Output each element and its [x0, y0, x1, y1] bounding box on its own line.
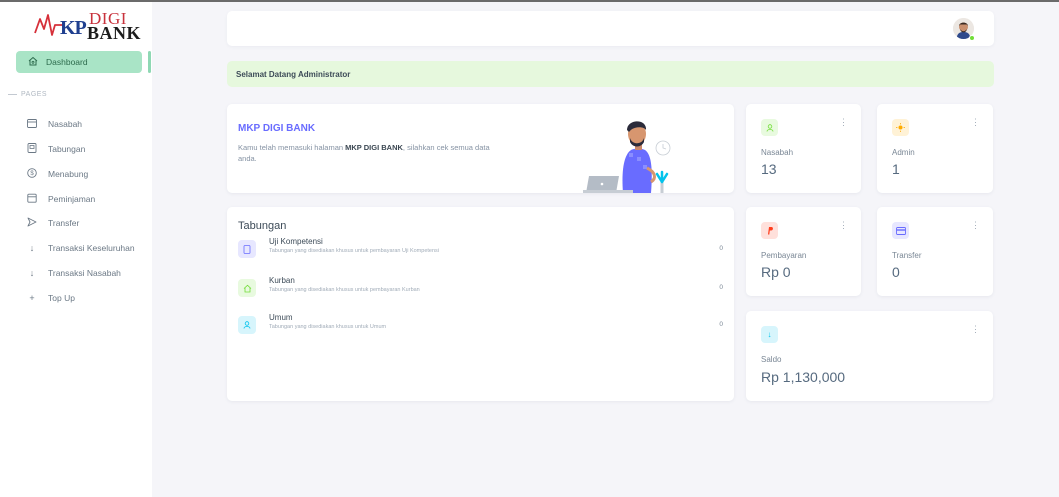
user-icon — [238, 316, 256, 334]
stat-label: Nasabah — [761, 148, 794, 157]
stat-value: 0 — [892, 264, 900, 280]
tabungan-title: Tabungan — [238, 220, 287, 232]
tabungan-amount: 0 — [719, 284, 723, 291]
more-options-icon[interactable]: ⋮ — [971, 220, 980, 231]
tabungan-amount: 0 — [719, 321, 723, 328]
sidebar-item-transaksi-keseluruhan[interactable]: ↓ Transaksi Keseluruhan — [26, 241, 135, 255]
arrow-down-icon: ↓ — [29, 268, 35, 278]
tabungan-desc: Tabungan yang disediakan khusus untuk pe… — [269, 287, 420, 293]
list-item[interactable]: Uji Kompetensi Tabungan yang disediakan … — [238, 237, 723, 261]
tabungan-name: Kurban — [269, 276, 295, 285]
stat-label: Saldo — [761, 355, 782, 364]
sidebar-item-menabung[interactable]: $ Menabung — [26, 167, 88, 181]
home-icon — [28, 56, 38, 69]
home-icon — [238, 279, 256, 297]
credit-card-icon — [892, 222, 909, 239]
stat-value: Rp 0 — [761, 264, 791, 280]
more-options-icon[interactable]: ⋮ — [839, 117, 848, 128]
man-with-laptop-illustration — [583, 121, 671, 193]
more-options-icon[interactable]: ⋮ — [971, 117, 980, 128]
sun-icon — [892, 119, 909, 136]
sidebar-item-label: Dashboard — [46, 57, 88, 67]
sidebar-item-nasabah[interactable]: Nasabah — [26, 117, 82, 131]
sidebar-item-label: Nasabah — [48, 119, 83, 129]
sidebar-item-label: Tabungan — [48, 144, 86, 154]
user-icon — [761, 119, 778, 136]
brand-logo[interactable]: KP DIGI BANK — [34, 9, 144, 43]
stat-value: Rp 1,130,000 — [761, 369, 846, 385]
sidebar-item-label: Transfer — [48, 218, 80, 228]
svg-text:$: $ — [30, 171, 34, 177]
stat-label: Transfer — [892, 251, 922, 260]
stat-card-transfer: ⋮ Transfer 0 — [877, 207, 993, 296]
tabungan-card: Tabungan Uji Kompetensi Tabungan yang di… — [227, 207, 734, 401]
tabungan-name: Uji Kompetensi — [269, 237, 323, 246]
sidebar-item-label: Transaksi Nasabah — [48, 268, 121, 278]
sidebar-item-transaksi-nasabah[interactable]: ↓ Transaksi Nasabah — [26, 266, 121, 280]
more-options-icon[interactable]: ⋮ — [839, 220, 848, 231]
intro-card: MKP DIGI BANK Kamu telah memasuki halama… — [227, 104, 734, 193]
list-item[interactable]: Kurban Tabungan yang disediakan khusus u… — [238, 276, 723, 300]
tabungan-desc: Tabungan yang disediakan khusus untuk pe… — [269, 248, 439, 254]
stat-value: 13 — [761, 161, 777, 177]
stat-card-nasabah: ⋮ Nasabah 13 — [746, 104, 861, 193]
sidebar-item-transfer[interactable]: Transfer — [26, 216, 79, 230]
user-card-icon — [26, 118, 38, 130]
tabungan-desc: Tabungan yang disediakan khusus untuk Um… — [269, 324, 387, 330]
logo-kp-text: KP — [60, 17, 87, 39]
stat-label: Admin — [892, 148, 915, 157]
tabungan-name: Umum — [269, 313, 293, 322]
logo-bank-text: BANK — [87, 23, 142, 43]
sidebar-item-tabungan[interactable]: Tabungan — [26, 142, 85, 156]
sidebar-item-top-up[interactable]: + Top Up — [26, 291, 75, 305]
sidebar: KP DIGI BANK Dashboard PAGES Nasabah Tab… — [0, 2, 152, 497]
paypal-icon — [761, 222, 778, 239]
document-icon — [238, 240, 256, 258]
active-indicator — [148, 51, 151, 73]
stat-value: 1 — [892, 161, 900, 177]
stat-card-admin: ⋮ Admin 1 — [877, 104, 993, 193]
list-item[interactable]: Umum Tabungan yang disediakan khusus unt… — [238, 313, 723, 337]
stat-card-pembayaran: ⋮ Pembayaran Rp 0 — [746, 207, 861, 296]
sidebar-item-label: Menabung — [48, 169, 89, 179]
welcome-alert: Selamat Datang Administrator — [227, 61, 994, 87]
sidebar-item-label: Peminjaman — [48, 194, 96, 204]
top-border — [0, 0, 1059, 2]
more-options-icon[interactable]: ⋮ — [971, 324, 980, 335]
calendar-icon — [26, 193, 38, 205]
sidebar-item-label: Transaksi Keseluruhan — [48, 243, 135, 253]
online-status-dot — [969, 35, 975, 41]
top-navbar — [227, 11, 994, 46]
dollar-circle-icon: $ — [26, 168, 38, 180]
intro-title: MKP DIGI BANK — [238, 123, 316, 134]
intro-description: Kamu telah memasuki halaman MKP DIGI BAN… — [238, 143, 490, 163]
tabungan-amount: 0 — [719, 245, 723, 252]
arrow-down-icon: ↓ — [29, 243, 35, 253]
sidebar-section-label: PAGES — [8, 91, 47, 98]
arrow-down-icon: ↓ — [761, 326, 778, 343]
stat-label: Pembayaran — [761, 251, 807, 260]
stat-card-saldo: ↓ ⋮ Saldo Rp 1,130,000 — [746, 311, 993, 401]
plus-icon: + — [29, 293, 35, 303]
sidebar-item-peminjaman[interactable]: Peminjaman — [26, 192, 95, 206]
sidebar-item-dashboard[interactable]: Dashboard — [16, 51, 142, 73]
send-icon — [26, 217, 38, 229]
sidebar-item-label: Top Up — [48, 293, 75, 303]
book-icon — [26, 143, 38, 155]
